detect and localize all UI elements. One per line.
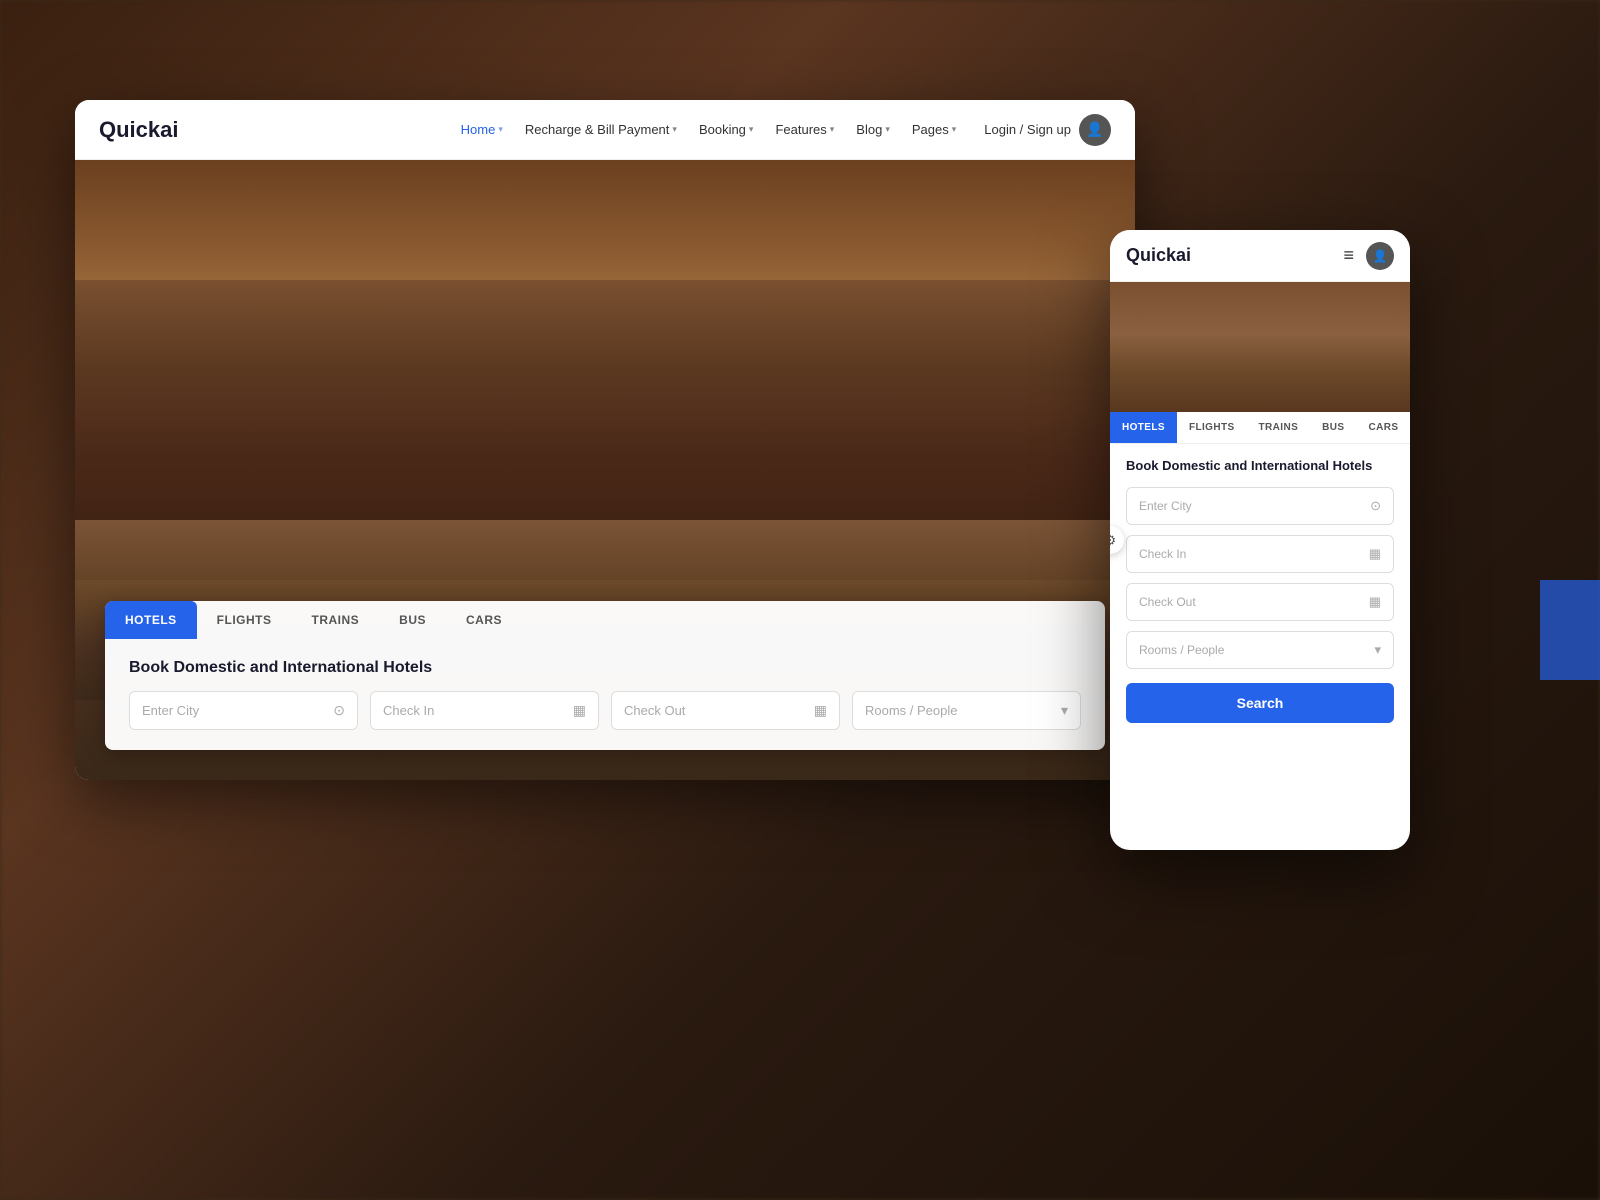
tab-cars[interactable]: CARS xyxy=(446,601,522,639)
chevron-down-icon: ▾ xyxy=(1061,702,1068,719)
mobile-search-body: Book Domestic and International Hotels E… xyxy=(1110,444,1410,737)
mobile-checkin-field[interactable]: Check In ▦ xyxy=(1126,535,1394,573)
calendar-icon: ▦ xyxy=(1369,546,1381,562)
calendar-icon: ▦ xyxy=(814,702,827,719)
mobile-tab-bus[interactable]: BUS xyxy=(1310,412,1356,443)
mobile-search-title: Book Domestic and International Hotels xyxy=(1126,458,1394,475)
mobile-city-field[interactable]: Enter City ⊙ xyxy=(1126,487,1394,525)
tab-flights[interactable]: FLIGHTS xyxy=(197,601,292,639)
chevron-down-icon: ▾ xyxy=(830,124,835,135)
desktop-tabs: HOTELS FLIGHTS TRAINS BUS CARS xyxy=(105,601,1105,639)
chevron-down-icon: ▾ xyxy=(1374,642,1381,658)
nav-link-recharge[interactable]: Recharge & Bill Payment ▾ xyxy=(517,116,685,143)
nav-link-home[interactable]: Home ▾ xyxy=(453,116,511,143)
desktop-search-fields: Enter City ⊙ Check In ▦ Check Out ▦ Room… xyxy=(129,691,1081,730)
desktop-checkout-field[interactable]: Check Out ▦ xyxy=(611,691,840,730)
desktop-logo: Quickai xyxy=(99,117,178,143)
desktop-search-body: Book Domestic and International Hotels E… xyxy=(105,639,1105,750)
nav-link-pages[interactable]: Pages ▾ xyxy=(904,116,964,143)
tab-bus[interactable]: BUS xyxy=(379,601,446,639)
mobile-search-button[interactable]: Search xyxy=(1126,683,1394,723)
calendar-icon: ▦ xyxy=(573,702,586,719)
mobile-tab-hotels[interactable]: HOTELS xyxy=(1110,412,1177,443)
user-avatar: 👤 xyxy=(1079,114,1111,146)
desktop-search-title: Book Domestic and International Hotels xyxy=(129,659,1081,677)
mobile-hero xyxy=(1110,282,1410,412)
location-icon: ⊙ xyxy=(333,702,345,719)
mobile-tab-trains[interactable]: TRAINS xyxy=(1247,412,1311,443)
login-signup-button[interactable]: Login / Sign up 👤 xyxy=(984,114,1111,146)
desktop-nav-links: Home ▾ Recharge & Bill Payment ▾ Booking… xyxy=(453,116,965,143)
mobile-tab-cars[interactable]: CARS xyxy=(1357,412,1411,443)
chevron-down-icon: ▾ xyxy=(952,124,957,135)
nav-link-booking[interactable]: Booking ▾ xyxy=(691,116,762,143)
desktop-hero: HOTELS FLIGHTS TRAINS BUS CARS Book Dome… xyxy=(75,160,1135,780)
gear-icon: ⚙ xyxy=(1110,532,1116,549)
location-icon: ⊙ xyxy=(1370,498,1381,514)
mobile-search-panel: HOTELS FLIGHTS TRAINS BUS CARS Book Dome… xyxy=(1110,412,1410,737)
nav-link-features[interactable]: Features ▾ xyxy=(767,116,842,143)
desktop-city-field[interactable]: Enter City ⊙ xyxy=(129,691,358,730)
tab-trains[interactable]: TRAINS xyxy=(292,601,380,639)
bg-decoration xyxy=(1540,580,1600,680)
mobile-tab-flights[interactable]: FLIGHTS xyxy=(1177,412,1247,443)
chevron-down-icon: ▾ xyxy=(498,124,503,135)
desktop-navbar: Quickai Home ▾ Recharge & Bill Payment ▾… xyxy=(75,100,1135,160)
mobile-checkout-field[interactable]: Check Out ▦ xyxy=(1126,583,1394,621)
desktop-browser-mockup: Quickai Home ▾ Recharge & Bill Payment ▾… xyxy=(75,100,1135,780)
chevron-down-icon: ▾ xyxy=(672,124,677,135)
chevron-down-icon: ▾ xyxy=(885,124,890,135)
mobile-navbar: Quickai ≡ 👤 xyxy=(1110,230,1410,282)
calendar-icon: ▦ xyxy=(1369,594,1381,610)
mobile-user-avatar: 👤 xyxy=(1366,242,1394,270)
chevron-down-icon: ▾ xyxy=(749,124,754,135)
desktop-checkin-field[interactable]: Check In ▦ xyxy=(370,691,599,730)
mobile-logo: Quickai xyxy=(1126,245,1343,266)
tab-hotels[interactable]: HOTELS xyxy=(105,601,197,639)
nav-link-blog[interactable]: Blog ▾ xyxy=(848,116,898,143)
mobile-tabs: HOTELS FLIGHTS TRAINS BUS CARS xyxy=(1110,412,1410,444)
mobile-rooms-field[interactable]: Rooms / People ▾ xyxy=(1126,631,1394,669)
desktop-rooms-field[interactable]: Rooms / People ▾ xyxy=(852,691,1081,730)
desktop-search-panel: HOTELS FLIGHTS TRAINS BUS CARS Book Dome… xyxy=(105,601,1105,750)
hamburger-icon[interactable]: ≡ xyxy=(1343,245,1354,266)
mobile-browser-mockup: ⚙ Quickai ≡ 👤 HOTELS FLIGHTS TRAINS BUS … xyxy=(1110,230,1410,850)
